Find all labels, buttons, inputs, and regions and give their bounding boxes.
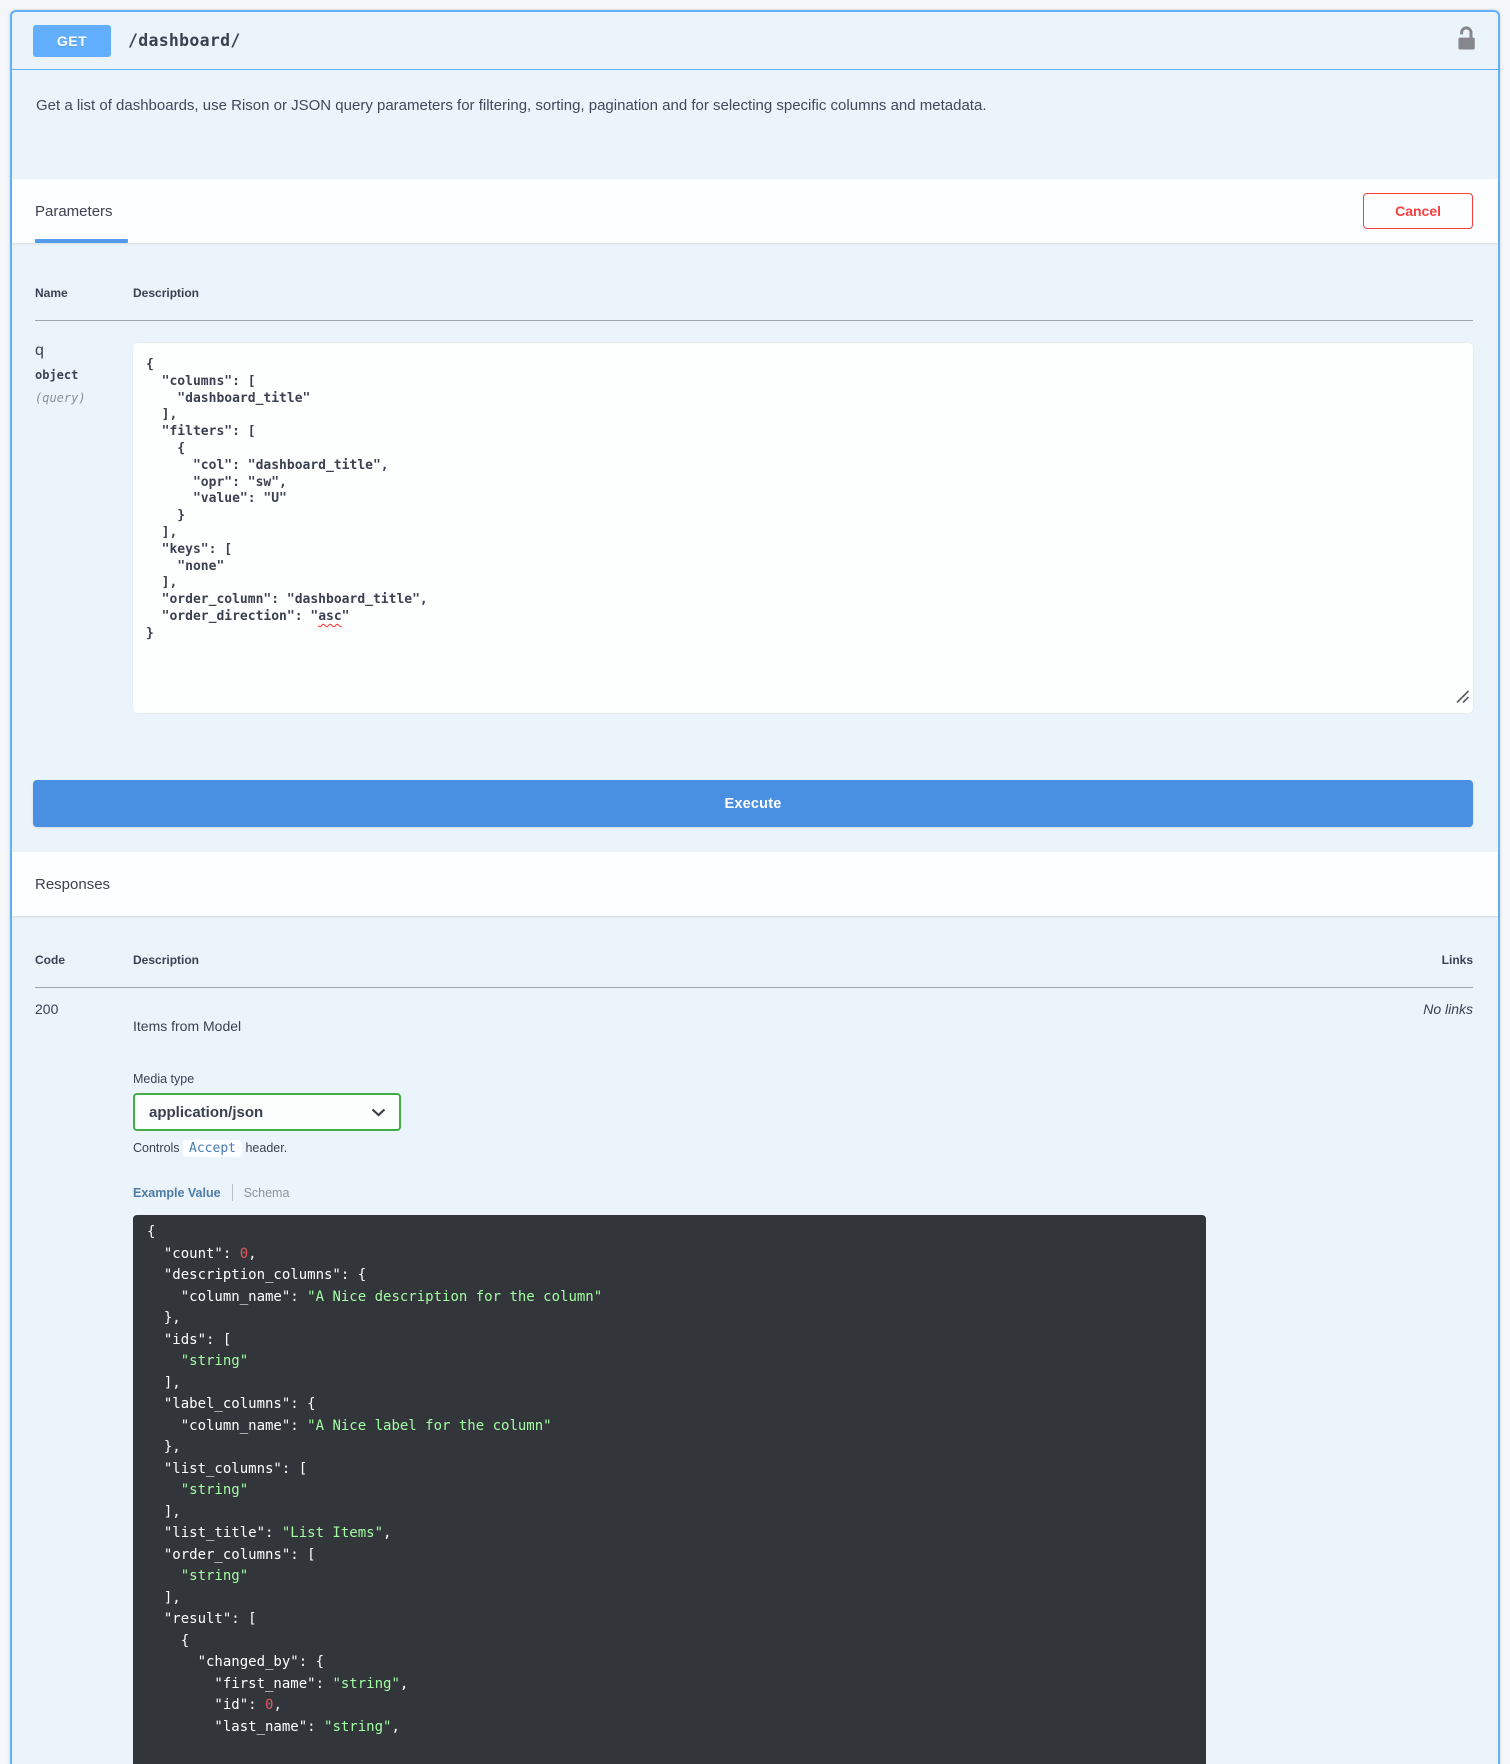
execute-wrapper: Execute bbox=[12, 713, 1498, 852]
media-type-select[interactable]: application/json bbox=[133, 1093, 401, 1131]
chevron-down-icon bbox=[371, 1104, 386, 1121]
controls-suffix: header. bbox=[245, 1141, 288, 1155]
authorize-button[interactable] bbox=[1455, 24, 1478, 57]
responses-col-code-header: Code bbox=[35, 933, 133, 988]
parameter-name: q bbox=[35, 342, 44, 359]
tab-example-value[interactable]: Example Value bbox=[133, 1186, 221, 1200]
responses-title: Responses bbox=[35, 875, 111, 893]
media-type-label: Media type bbox=[133, 1072, 195, 1086]
cancel-button[interactable]: Cancel bbox=[1363, 193, 1473, 229]
response-description: Items from Model bbox=[133, 1018, 242, 1034]
unlock-icon bbox=[1455, 24, 1478, 57]
responses-col-description-header: Description bbox=[133, 933, 1414, 988]
parameters-col-description-header: Description bbox=[133, 266, 1473, 321]
parameter-type: object bbox=[35, 368, 79, 382]
parameter-location: (query) bbox=[35, 391, 86, 405]
operation-path: /dashboard/ bbox=[128, 31, 241, 50]
tab-schema[interactable]: Schema bbox=[244, 1186, 290, 1200]
operation-summary[interactable]: GET /dashboard/ bbox=[12, 12, 1498, 70]
operation-block-get-dashboard: GET /dashboard/ Get a list of dashboards… bbox=[10, 10, 1500, 1764]
example-code: { "count": 0, "description_columns": { "… bbox=[133, 1215, 1206, 1764]
resize-grip-icon[interactable] bbox=[1455, 689, 1470, 710]
parameters-col-name-header: Name bbox=[35, 266, 133, 321]
responses-col-links-header: Links bbox=[1413, 933, 1473, 988]
response-row-200: 200 Items from Model Media type applicat… bbox=[35, 988, 1473, 1764]
tab-divider bbox=[231, 1184, 233, 1201]
execute-button[interactable]: Execute bbox=[33, 780, 1473, 827]
response-code: 200 bbox=[35, 1001, 59, 1017]
parameters-section-header: Parameters Cancel bbox=[12, 179, 1498, 243]
responses-section-header: Responses bbox=[12, 852, 1498, 916]
method-badge: GET bbox=[33, 24, 111, 57]
media-type-controls-note: Controls Accept header. bbox=[133, 1140, 1414, 1157]
parameters-body: Name Description q object (query) { "col… bbox=[12, 243, 1498, 713]
parameter-row: q object (query) { "columns": [ "dashboa… bbox=[35, 321, 1473, 713]
controls-prefix: Controls bbox=[133, 1141, 180, 1155]
media-type-selected-value: application/json bbox=[149, 1103, 264, 1121]
example-schema-tabs: Example Value Schema bbox=[133, 1184, 1414, 1201]
responses-body: Code Description Links 200 Items from Mo… bbox=[12, 916, 1498, 1764]
response-links: No links bbox=[1423, 1001, 1473, 1017]
operation-description: Get a list of dashboards, use Rison or J… bbox=[36, 97, 987, 114]
accept-header-code: Accept bbox=[183, 1140, 242, 1157]
parameters-title: Parameters bbox=[35, 179, 128, 243]
query-param-editor[interactable]: { "columns": [ "dashboard_title" ], "fil… bbox=[133, 343, 1473, 713]
